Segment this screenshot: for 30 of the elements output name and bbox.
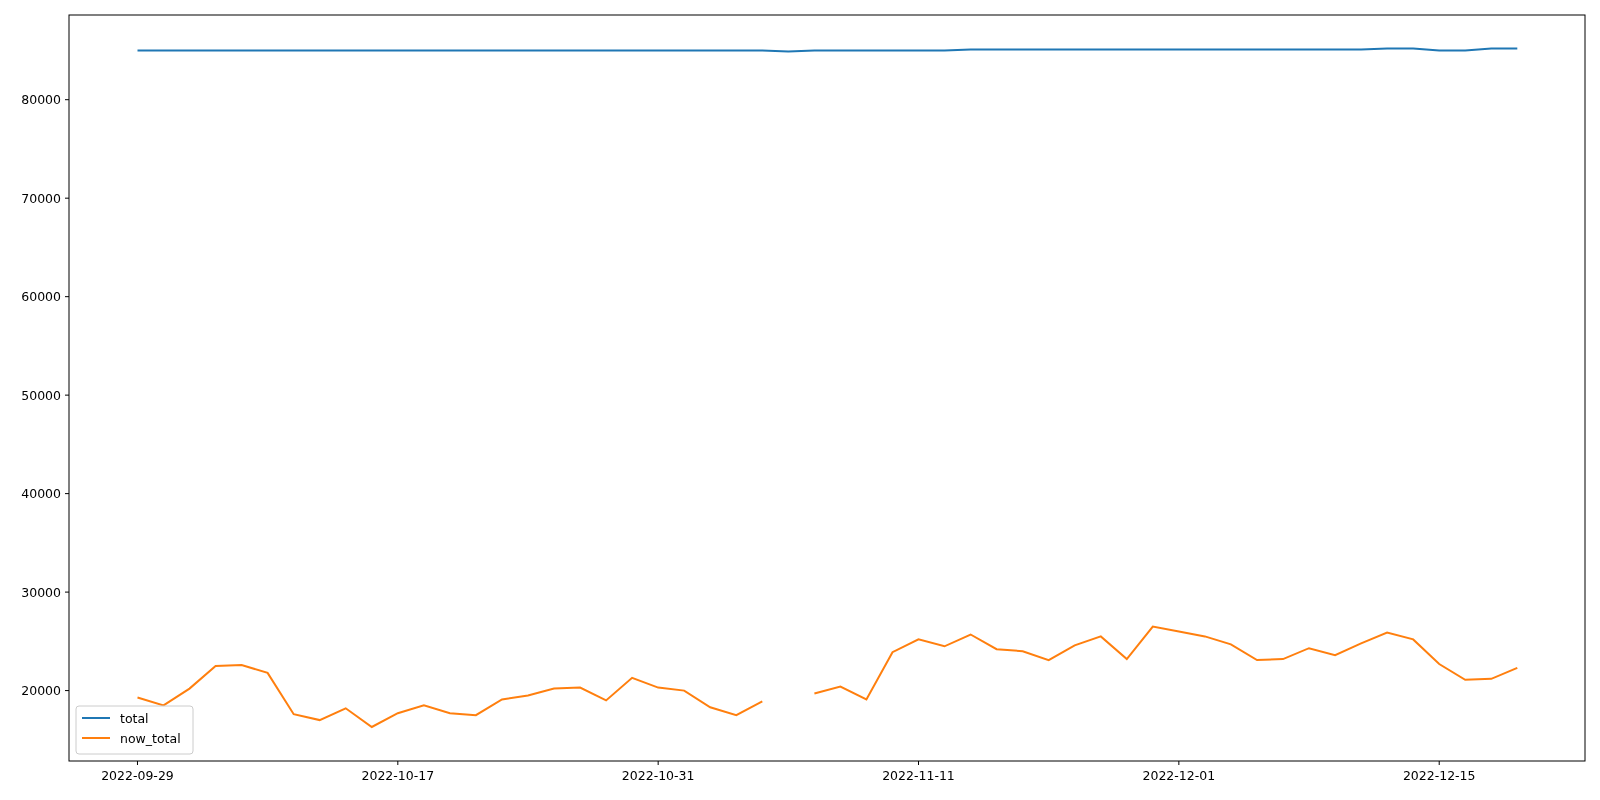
x-tick-label: 2022-10-31 [621,768,695,783]
tick-mark [64,591,70,593]
tick-mark [1178,760,1180,766]
legend-label: now_total [120,730,181,746]
y-tick-label: 60000 [21,289,61,305]
y-tick-label: 20000 [21,683,61,699]
x-tick-label: 2022-09-29 [101,768,174,783]
tick-mark [64,690,70,692]
tick-mark [1438,760,1440,766]
legend-label: total [120,710,149,726]
tick-mark [64,394,70,396]
tick-mark [64,493,70,495]
tick-mark [64,197,70,199]
x-tick-label: 2022-11-11 [882,768,955,783]
legend-line [81,717,111,719]
y-tick-label: 80000 [21,92,61,108]
tick-mark [64,296,70,298]
x-tick-label: 2022-12-01 [1142,768,1216,783]
y-tick-label: 40000 [21,486,61,502]
y-tick-label: 70000 [21,190,61,206]
x-tick-label: 2022-12-15 [1402,768,1476,783]
y-tick-label: 30000 [21,584,61,600]
tick-mark [918,760,919,766]
y-tick-label: 50000 [21,387,61,403]
x-tick-label: 2022-10-17 [361,768,435,783]
tick-mark [136,760,138,766]
legend-line [81,737,111,739]
tick-mark [657,760,659,766]
tick-mark [397,760,399,766]
tick-mark [64,99,70,101]
